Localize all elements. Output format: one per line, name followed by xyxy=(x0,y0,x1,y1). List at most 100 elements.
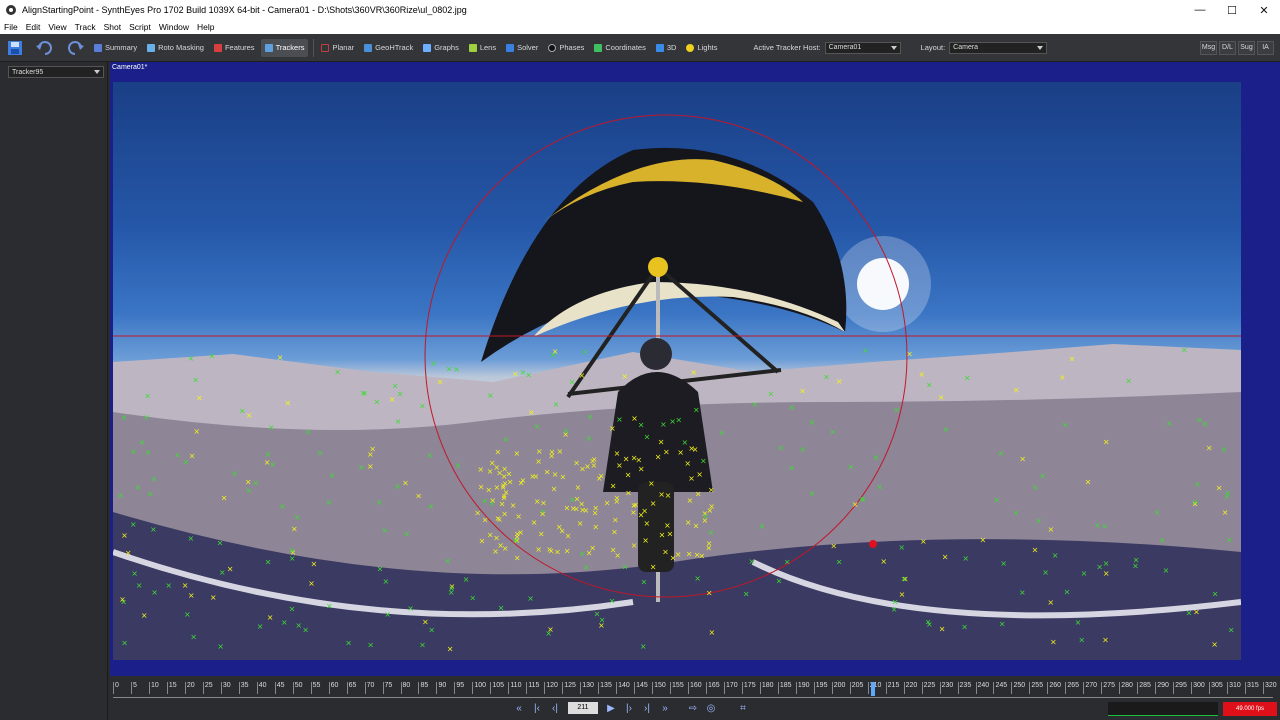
tracker-marker[interactable]: × xyxy=(135,483,142,492)
tracker-marker[interactable]: × xyxy=(663,448,670,457)
tracker-marker[interactable]: × xyxy=(696,470,703,479)
tracker-marker[interactable]: × xyxy=(743,590,750,599)
tracker-marker[interactable]: × xyxy=(579,464,586,473)
tracker-marker[interactable]: × xyxy=(799,386,806,395)
tracker-marker[interactable]: × xyxy=(880,557,887,566)
tracker-marker[interactable]: × xyxy=(565,532,572,541)
tracker-marker[interactable]: × xyxy=(694,574,701,583)
tracker-marker[interactable]: × xyxy=(1159,536,1166,545)
tracker-marker[interactable]: × xyxy=(1035,517,1042,526)
tracker-marker[interactable]: × xyxy=(1081,569,1088,578)
tracker-marker[interactable]: × xyxy=(291,525,298,534)
tracker-marker[interactable]: × xyxy=(395,417,402,426)
tracker-marker[interactable]: × xyxy=(612,516,619,525)
tracker-marker[interactable]: × xyxy=(836,377,843,386)
tracker-marker[interactable]: × xyxy=(706,539,713,548)
tracker-marker[interactable]: × xyxy=(1078,636,1085,645)
loop-icon[interactable]: ⇨ xyxy=(684,701,702,715)
tracker-marker[interactable]: × xyxy=(906,349,913,358)
room-features[interactable]: Features xyxy=(210,39,259,57)
tracker-marker[interactable]: × xyxy=(918,370,925,379)
tracker-marker[interactable]: × xyxy=(1013,509,1020,518)
tracker-marker[interactable]: × xyxy=(538,529,545,538)
tracker-marker[interactable]: × xyxy=(1019,588,1026,597)
tracker-marker[interactable]: × xyxy=(1048,525,1055,534)
tracker-marker[interactable]: × xyxy=(669,417,676,426)
tracker-marker[interactable]: × xyxy=(616,415,623,424)
tracker-marker[interactable]: × xyxy=(196,393,203,402)
tracker-marker[interactable]: × xyxy=(534,497,541,506)
menu-file[interactable]: File xyxy=(4,22,18,32)
tracker-marker[interactable]: × xyxy=(614,449,621,458)
tracker-marker[interactable]: × xyxy=(463,575,470,584)
tracker-marker[interactable]: × xyxy=(573,459,580,468)
tracker-marker[interactable]: × xyxy=(1202,420,1209,429)
tracker-marker[interactable]: × xyxy=(1064,588,1071,597)
tracker-marker[interactable]: × xyxy=(245,486,252,495)
tracker-marker[interactable]: × xyxy=(210,593,217,602)
tracker-marker[interactable]: × xyxy=(591,461,598,470)
tracker-marker[interactable]: × xyxy=(507,478,514,487)
tracker-marker[interactable]: × xyxy=(188,534,195,543)
tracker-marker[interactable]: × xyxy=(239,407,246,416)
tracker-marker[interactable]: × xyxy=(925,618,932,627)
tracker-marker[interactable]: × xyxy=(942,552,949,561)
tracker-marker[interactable]: × xyxy=(809,418,816,427)
tracker-marker[interactable]: × xyxy=(641,507,648,516)
tracker-marker[interactable]: × xyxy=(648,479,655,488)
tracker-marker[interactable]: × xyxy=(1224,492,1231,501)
tracker-marker[interactable]: × xyxy=(623,455,630,464)
tracker-marker[interactable]: × xyxy=(592,509,599,518)
tracker-marker[interactable]: × xyxy=(768,390,775,399)
tracker-marker[interactable]: × xyxy=(777,443,784,452)
tracker-marker[interactable]: × xyxy=(998,449,1005,458)
tracker-marker[interactable]: × xyxy=(1154,508,1161,517)
tracker-marker[interactable]: × xyxy=(980,536,987,545)
fast-forward-icon[interactable]: » xyxy=(656,701,674,715)
tracker-marker[interactable]: × xyxy=(284,398,291,407)
tracker-marker[interactable]: × xyxy=(487,391,494,400)
tracker-marker[interactable]: × xyxy=(326,498,333,507)
tracker-marker[interactable]: × xyxy=(943,425,950,434)
tracker-marker[interactable]: × xyxy=(638,465,645,474)
tracker-marker[interactable]: × xyxy=(999,619,1006,628)
room-geohtrack[interactable]: GeoHTrack xyxy=(360,39,417,57)
tracker-marker[interactable]: × xyxy=(501,509,508,518)
tracker-marker[interactable]: × xyxy=(563,426,570,435)
tracker-marker[interactable]: × xyxy=(893,405,900,414)
playhead[interactable] xyxy=(871,682,876,696)
tracker-marker[interactable]: × xyxy=(361,389,368,398)
tracker-marker[interactable]: × xyxy=(551,484,558,493)
tracker-marker[interactable]: × xyxy=(448,588,455,597)
tracker-marker[interactable]: × xyxy=(687,496,694,505)
tracker-marker[interactable]: × xyxy=(702,512,709,521)
tracker-marker[interactable]: × xyxy=(1013,385,1020,394)
tracker-marker[interactable]: × xyxy=(221,493,228,502)
rewind-icon[interactable]: « xyxy=(510,701,528,715)
tracker-marker[interactable]: × xyxy=(1186,609,1193,618)
tracker-marker[interactable]: × xyxy=(189,452,196,461)
tracker-marker[interactable]: × xyxy=(583,563,590,572)
tracker-marker[interactable]: × xyxy=(308,579,315,588)
tracker-marker[interactable]: × xyxy=(279,502,286,511)
tracker-marker[interactable]: × xyxy=(389,395,396,404)
tracker-marker[interactable]: × xyxy=(358,463,365,472)
tracker-marker[interactable]: × xyxy=(151,588,158,597)
tracker-marker[interactable]: × xyxy=(427,502,434,511)
tracker-marker[interactable]: × xyxy=(535,545,542,554)
step-forward-icon[interactable]: |› xyxy=(620,701,638,715)
tracker-marker[interactable]: × xyxy=(217,538,224,547)
tracker-marker[interactable]: × xyxy=(231,469,238,478)
tracker-marker[interactable]: × xyxy=(121,413,128,422)
tracker-marker[interactable]: × xyxy=(594,609,601,618)
tracker-marker[interactable]: × xyxy=(482,515,489,524)
tracker-marker[interactable]: × xyxy=(1103,569,1110,578)
tracker-marker[interactable]: × xyxy=(246,411,253,420)
tracker-marker[interactable]: × xyxy=(397,390,404,399)
tracker-marker[interactable]: × xyxy=(823,373,830,382)
tracker-marker[interactable]: × xyxy=(553,400,560,409)
tracker-marker[interactable]: × xyxy=(616,461,623,470)
tracker-marker[interactable]: × xyxy=(1194,480,1201,489)
zoom-icon[interactable]: ◎ xyxy=(702,701,720,715)
tracker-marker[interactable]: × xyxy=(830,542,837,551)
